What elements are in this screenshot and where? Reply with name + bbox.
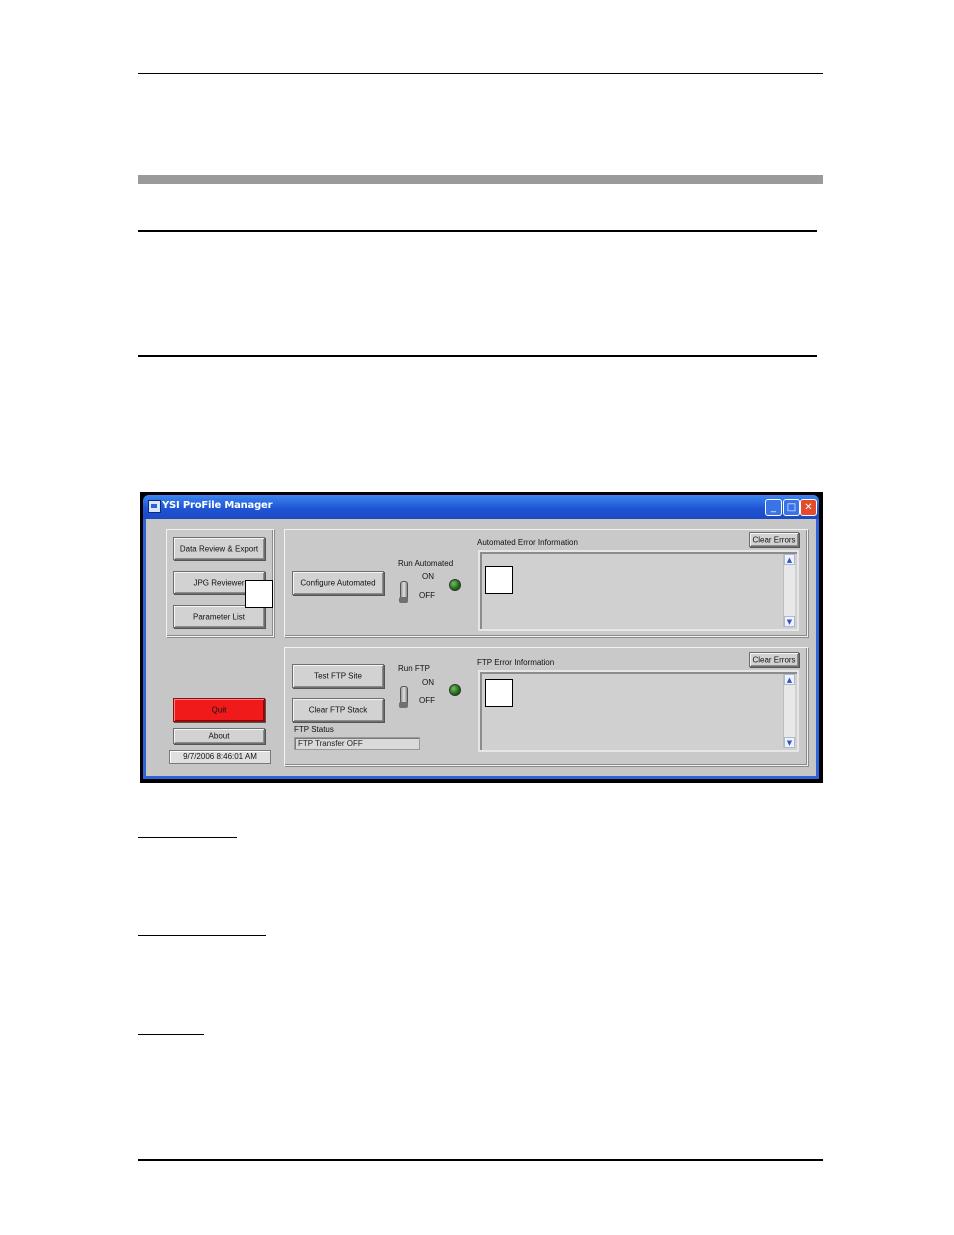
callout-box xyxy=(485,679,513,707)
automated-status-led xyxy=(449,579,461,591)
configure-automated-button[interactable]: Configure Automated xyxy=(292,571,384,595)
quit-label: Quit xyxy=(211,705,227,715)
heading-underline xyxy=(138,837,237,838)
test-ftp-site-button[interactable]: Test FTP Site xyxy=(292,664,384,688)
clear-ftp-stack-label: Clear FTP Stack xyxy=(308,705,368,715)
app-window: YSI ProFile Manager _ □ ✕ Data Review & … xyxy=(143,495,819,779)
ftp-status-led xyxy=(449,684,461,696)
section-bar xyxy=(138,175,823,184)
callout-box xyxy=(245,580,273,608)
ftp-clear-errors-button[interactable]: Clear Errors xyxy=(749,652,799,667)
quit-button[interactable]: Quit xyxy=(173,698,265,722)
run-ftp-toggle[interactable] xyxy=(399,686,408,708)
scroll-up-arrow-icon[interactable]: ▲ xyxy=(784,554,795,565)
footer-rule xyxy=(138,1159,823,1161)
automated-error-textbox[interactable]: ▲ ▼ xyxy=(478,550,799,631)
automated-panel: Configure Automated Run Automated ON OFF… xyxy=(284,529,808,637)
run-ftp-off-label: OFF xyxy=(419,696,435,705)
ftp-panel: Test FTP Site Clear FTP Stack Run FTP ON… xyxy=(284,647,808,766)
parameter-list-label: Parameter List xyxy=(192,612,246,621)
ftp-error-textbox[interactable]: ▲ ▼ xyxy=(478,670,799,752)
data-review-export-button[interactable]: Data Review & Export xyxy=(173,537,265,560)
automated-clear-errors-label: Clear Errors xyxy=(752,535,796,544)
datetime-display: 9/7/2006 8:46:01 AM xyxy=(169,750,271,764)
run-automated-toggle[interactable] xyxy=(399,581,408,603)
heading-underline xyxy=(138,1034,204,1035)
title-bar[interactable]: YSI ProFile Manager _ □ ✕ xyxy=(143,495,819,519)
clear-ftp-stack-button[interactable]: Clear FTP Stack xyxy=(292,698,384,722)
scroll-down-arrow-icon[interactable]: ▼ xyxy=(784,616,795,627)
run-ftp-label: Run FTP xyxy=(398,664,431,673)
about-label: About xyxy=(208,731,230,741)
maximize-button[interactable]: □ xyxy=(783,499,800,516)
automated-error-scrollbar[interactable]: ▲ ▼ xyxy=(783,554,795,627)
window-title: YSI ProFile Manager xyxy=(162,500,273,511)
configure-automated-label: Configure Automated xyxy=(300,578,376,588)
heading-underline xyxy=(138,935,266,936)
document-page: { "window": { "title": "YSI ProFile Mana… xyxy=(0,0,954,1235)
note-rule-bottom xyxy=(138,355,817,357)
ftp-status-title: FTP Status xyxy=(294,725,334,734)
run-automated-on-label: ON xyxy=(422,572,434,581)
close-button[interactable]: ✕ xyxy=(800,499,817,516)
test-ftp-site-label: Test FTP Site xyxy=(314,671,362,681)
callout-box xyxy=(485,566,513,594)
ftp-status-field: FTP Transfer OFF xyxy=(294,737,420,750)
minimize-button[interactable]: _ xyxy=(765,499,782,516)
data-review-export-label: Data Review & Export xyxy=(179,544,259,553)
app-icon xyxy=(148,500,161,513)
window-client-area: Data Review & Export JPG Reviewer Parame… xyxy=(146,519,816,776)
ftp-error-title: FTP Error Information xyxy=(477,658,555,667)
scroll-up-arrow-icon[interactable]: ▲ xyxy=(784,674,795,685)
about-button[interactable]: About xyxy=(173,728,265,744)
scroll-down-arrow-icon[interactable]: ▼ xyxy=(784,737,795,748)
parameter-list-button[interactable]: Parameter List xyxy=(173,605,265,628)
run-automated-label: Run Automated xyxy=(398,559,454,568)
ftp-clear-errors-label: Clear Errors xyxy=(752,655,796,664)
automated-clear-errors-button[interactable]: Clear Errors xyxy=(749,532,799,547)
run-automated-off-label: OFF xyxy=(419,591,435,600)
note-rule-top xyxy=(138,230,817,232)
run-ftp-on-label: ON xyxy=(422,678,434,687)
ftp-error-scrollbar[interactable]: ▲ ▼ xyxy=(783,674,795,748)
automated-error-title: Automated Error Information xyxy=(477,538,578,547)
header-rule xyxy=(138,73,823,74)
